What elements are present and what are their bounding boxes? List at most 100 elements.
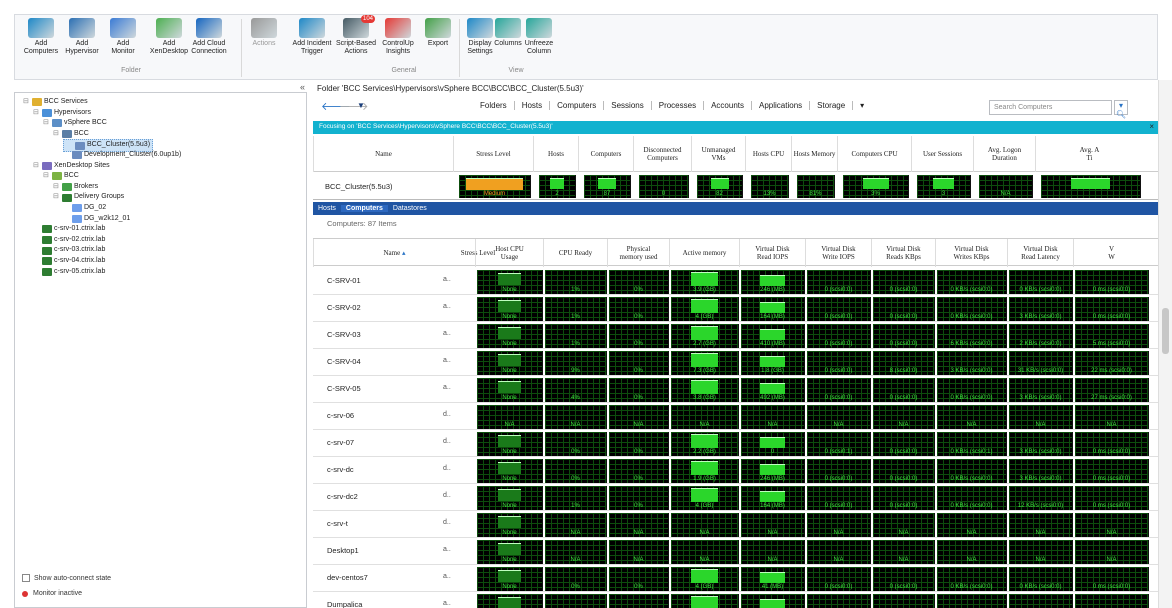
- ribbon-button-columns[interactable]: Columns: [493, 18, 523, 48]
- cluster-column-header[interactable]: Avg. A Ti: [1035, 136, 1143, 172]
- close-icon[interactable]: ×: [1149, 122, 1154, 131]
- tree-node[interactable]: ⊟ vSphere BCC: [43, 118, 107, 129]
- cluster-column-header[interactable]: Hosts CPU: [745, 136, 791, 172]
- vertical-scrollbar[interactable]: [1158, 80, 1172, 608]
- auto-connect-checkbox[interactable]: Show auto-connect state: [22, 574, 111, 582]
- grid-column-header[interactable]: Virtual Disk Write IOPS: [805, 239, 871, 267]
- grid-row[interactable]: c-srv-t d.. None N/A N/A N/A N/A N/A N/A N/A N/A N/…: [313, 511, 1158, 538]
- cluster-column-header[interactable]: Computers CPU: [837, 136, 911, 172]
- cluster-column-header[interactable]: Hosts: [533, 136, 578, 172]
- grid-row[interactable]: C-SRV-02 a.. None 1% 0% 4 (GB) 164 (MB) 0 (scsi…: [313, 295, 1158, 322]
- tab-folders[interactable]: Folders: [473, 101, 515, 110]
- grid-column-header[interactable]: Virtual Disk Read Latency: [1007, 239, 1073, 267]
- subtab-computers[interactable]: Computers: [340, 205, 388, 212]
- collapse-icon[interactable]: «: [300, 82, 305, 92]
- tab-sessions[interactable]: Sessions: [604, 101, 652, 110]
- tree-node[interactable]: DG_w2k12_01: [63, 214, 130, 225]
- ribbon-button-actions[interactable]: Actions: [249, 18, 279, 48]
- grid-row[interactable]: dev-centos7 a.. None 0% 0% 4 (GB) 41 (MB) 0 (sc…: [313, 565, 1158, 592]
- ribbon-button-display-settings[interactable]: Display Settings: [465, 18, 495, 56]
- subtab-hosts[interactable]: Hosts: [313, 205, 341, 212]
- cluster-column-header[interactable]: Hosts Memory: [791, 136, 837, 172]
- tree-node[interactable]: c-srv-03.ctrix.lab: [33, 245, 105, 256]
- cluster-column-header[interactable]: Stress Level: [453, 136, 533, 172]
- stress-bar: [497, 300, 522, 312]
- tree-node[interactable]: c-srv-05.ctrix.lab: [33, 267, 105, 278]
- cluster-column-header[interactable]: Name: [313, 136, 453, 172]
- tab-storage[interactable]: Storage: [810, 101, 854, 110]
- tree-node[interactable]: ⊟ BCC: [53, 129, 89, 140]
- expander-icon[interactable]: ⊟: [33, 161, 40, 172]
- grid-row[interactable]: Desktop1 a.. None N/A N/A N/A N/A N/A N/A N/A N/A N…: [313, 538, 1158, 565]
- expander-icon[interactable]: ⊟: [23, 97, 30, 108]
- tree-node[interactable]: ⊟ XenDesktop Sites: [33, 161, 110, 172]
- scrollbar-thumb[interactable]: [1162, 308, 1169, 354]
- cluster-column-header[interactable]: User Sessions: [911, 136, 973, 172]
- tree-node[interactable]: ⊟ BCC Services: [23, 97, 88, 108]
- sort-icon[interactable]: ▴: [400, 249, 406, 257]
- grid-column-header[interactable]: Virtual Disk Writes KBps: [935, 239, 1007, 267]
- tree-node[interactable]: DG_02: [63, 203, 106, 214]
- ribbon-button-incident-trigger[interactable]: Add Incident Trigger: [291, 18, 333, 56]
- tree-node[interactable]: Development_Cluster(6.0up1b): [63, 150, 181, 161]
- tree-node[interactable]: c-srv-04.ctrix.lab: [33, 256, 105, 267]
- cluster-column-header[interactable]: Computers: [578, 136, 633, 172]
- grid-row[interactable]: C-SRV-05 a.. None 4% 0% 3.8 (GB) 492 (MB) 0 (sc…: [313, 376, 1158, 403]
- grid-row[interactable]: C-SRV-03 a.. None 1% 0% 2.7 (GB) 410 (MB) 0 (sc…: [313, 322, 1158, 349]
- ribbon-button-add-hypervisor[interactable]: Add Hypervisor: [63, 18, 101, 56]
- search-input[interactable]: Search Computers: [989, 100, 1112, 115]
- ribbon-button-add-computers[interactable]: Add Computers: [23, 18, 59, 56]
- grid-row[interactable]: C-SRV-01 a.. None 1% 0% 3.9 (GB) 246 (MB) 0 (sc…: [313, 268, 1158, 295]
- tab-hosts[interactable]: Hosts: [515, 101, 551, 110]
- ribbon-button-cloud[interactable]: Add Cloud Connection: [187, 18, 231, 56]
- expander-icon[interactable]: ⊟: [43, 171, 50, 182]
- search-icon[interactable]: ▾🔍︎: [1114, 100, 1128, 119]
- ribbon-button-add-monitor[interactable]: Add Monitor: [105, 18, 141, 56]
- expander-icon[interactable]: ⊟: [53, 182, 60, 193]
- chevron-down-icon[interactable]: ▾: [853, 101, 871, 110]
- cluster-column-header[interactable]: Avg. Logon Duration: [973, 136, 1035, 172]
- grid-row[interactable]: c-srv-06 d.. N/A N/A N/A N/A N/A N/A N/A N/A N/A N/…: [313, 403, 1158, 430]
- tree-node[interactable]: ⊟ BCC: [43, 171, 79, 182]
- grid-column-header[interactable]: Host CPU Usage: [475, 239, 543, 267]
- grid-column-header[interactable]: Virtual Disk Read IOPS: [739, 239, 805, 267]
- grid-column-header[interactable]: V W: [1073, 239, 1149, 267]
- tab-processes[interactable]: Processes: [652, 101, 705, 110]
- row-name: C-SRV-01: [327, 276, 361, 285]
- checkbox-icon[interactable]: [22, 574, 30, 582]
- expander-icon[interactable]: ⊟: [43, 118, 50, 129]
- ribbon-button-script[interactable]: 104 Script-Based Actions: [333, 15, 379, 56]
- cluster-column-header[interactable]: Disconnected Computers: [633, 136, 691, 172]
- cluster-column-header[interactable]: Unmanaged VMs: [691, 136, 745, 172]
- tab-computers[interactable]: Computers: [550, 101, 605, 110]
- grid-row[interactable]: c-srv-dc2 d.. None 1% 0% 4 (GB) 164 (MB) 0 (scs…: [313, 484, 1158, 511]
- grid-column-header[interactable]: Physical memory used: [607, 239, 669, 267]
- grid-row[interactable]: c-srv-dc d.. None 0% 0% 1.9 (GB) 246 (MB) 0 (sc…: [313, 457, 1158, 484]
- metric-cell: 0 KB/s (scsi0:0): [937, 594, 1007, 608]
- tree-node[interactable]: c-srv-02.ctrix.lab: [33, 235, 105, 246]
- tree-node[interactable]: c-srv-01.ctrix.lab: [33, 224, 105, 235]
- add-xendesktop-icon: [156, 18, 182, 38]
- subtab-datastores[interactable]: Datastores: [388, 205, 432, 212]
- ribbon-button-insights[interactable]: ControlUp Insights: [377, 18, 419, 56]
- ribbon-button-export[interactable]: Export: [423, 18, 453, 48]
- grid-column-header[interactable]: Active memory: [669, 239, 739, 267]
- tab-accounts[interactable]: Accounts: [704, 101, 752, 110]
- tree-node[interactable]: ⊟ Delivery Groups: [53, 192, 124, 203]
- cluster-summary-row[interactable]: BCC_Cluster(5.5u3) Medium 2 87 0 82 13% 81% 3% 3 N…: [313, 172, 1158, 200]
- grid-row[interactable]: C-SRV-04 a.. None 9% 0% 7.3 (GB) 1.8 (GB) 0 (sc…: [313, 349, 1158, 376]
- grid-row[interactable]: Dumpalica a.. None3%1%4 (GB)82 (MB)0 (scsi…: [313, 592, 1158, 608]
- grid-row[interactable]: c-srv-07 d.. None 0% 0% 2.2 (GB) 0 0 (scsi0:1) 0…: [313, 430, 1158, 457]
- tree-node[interactable]: ⊟ Brokers: [53, 182, 98, 193]
- expander-icon[interactable]: ⊟: [33, 108, 40, 119]
- grid-column-header[interactable]: Name ▴: [313, 239, 475, 267]
- ribbon-button-add-xendesktop[interactable]: Add XenDesktop: [147, 18, 191, 56]
- grid-column-header[interactable]: Virtual Disk Reads KBps: [871, 239, 935, 267]
- expander-icon[interactable]: ⊟: [53, 129, 60, 140]
- grid-column-header[interactable]: CPU Ready: [543, 239, 607, 267]
- expander-icon[interactable]: ⊟: [53, 192, 60, 203]
- tree-node[interactable]: ⊟ Hypervisors: [33, 108, 91, 119]
- history-dropdown-icon[interactable]: ▼: [357, 101, 365, 110]
- tab-applications[interactable]: Applications: [752, 101, 811, 110]
- ribbon-button-unfreeze[interactable]: Unfreeze Column: [523, 18, 555, 56]
